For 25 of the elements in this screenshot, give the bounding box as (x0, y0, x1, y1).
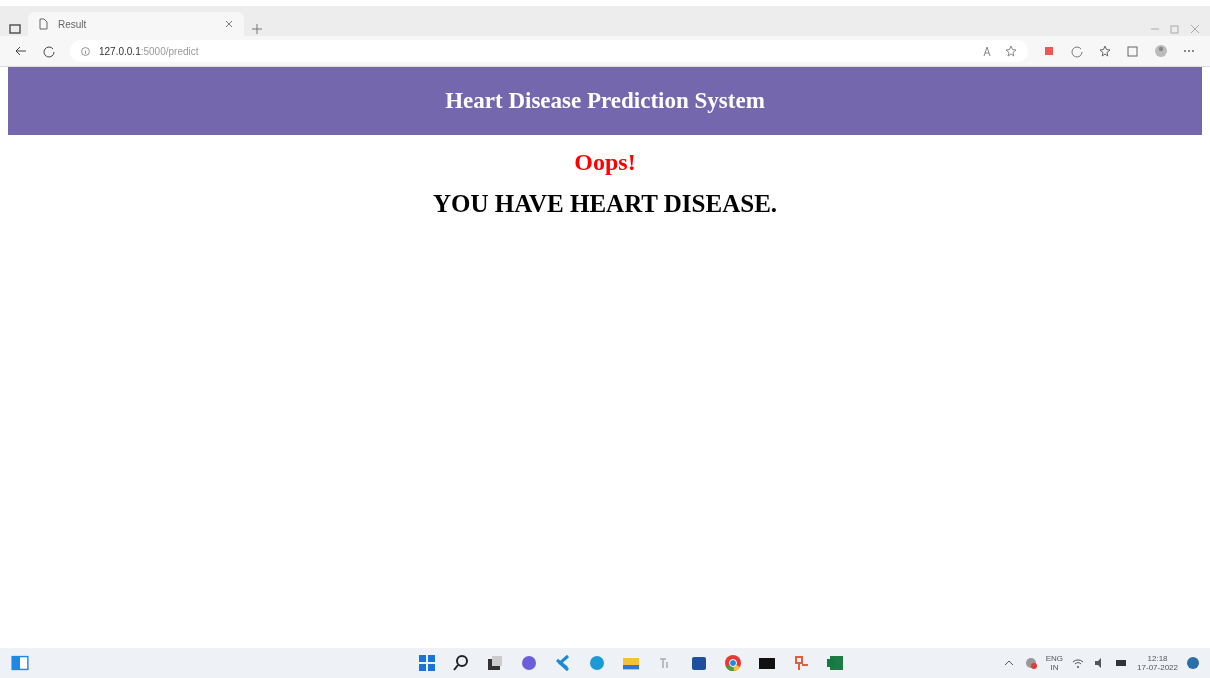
search-icon[interactable] (450, 653, 471, 673)
address-bar[interactable]: 127.0.0.1:5000/predict (70, 40, 1028, 62)
collections-icon[interactable] (1126, 44, 1140, 58)
start-icon[interactable] (416, 653, 437, 673)
profile-icon[interactable] (1154, 44, 1168, 58)
clock[interactable]: 12:18 17-07-2022 (1137, 654, 1178, 672)
widgets-icon[interactable] (10, 653, 30, 673)
refresh-icon[interactable] (42, 44, 56, 58)
extension-icon[interactable] (1042, 44, 1056, 58)
favorites-icon[interactable] (1098, 44, 1112, 58)
wifi-icon[interactable] (1071, 656, 1086, 670)
url-text: 127.0.0.1:5000/predict (99, 45, 199, 57)
info-icon (80, 45, 91, 57)
result-headline: Oops! (574, 149, 636, 176)
tab-actions-icon[interactable] (8, 22, 22, 36)
language-indicator[interactable]: ENG IN (1045, 654, 1064, 672)
page-icon (36, 17, 50, 31)
back-icon[interactable] (14, 44, 28, 58)
browser-tab[interactable]: Result (28, 12, 244, 36)
close-icon[interactable] (1188, 22, 1202, 36)
header-title: Heart Disease Prediction System (445, 88, 765, 114)
favorite-icon[interactable] (1004, 44, 1018, 58)
refresh-icon[interactable] (1070, 44, 1084, 58)
cloud-icon[interactable] (1023, 656, 1038, 670)
result-message: YOU HAVE HEART DISEASE. (432, 190, 778, 218)
